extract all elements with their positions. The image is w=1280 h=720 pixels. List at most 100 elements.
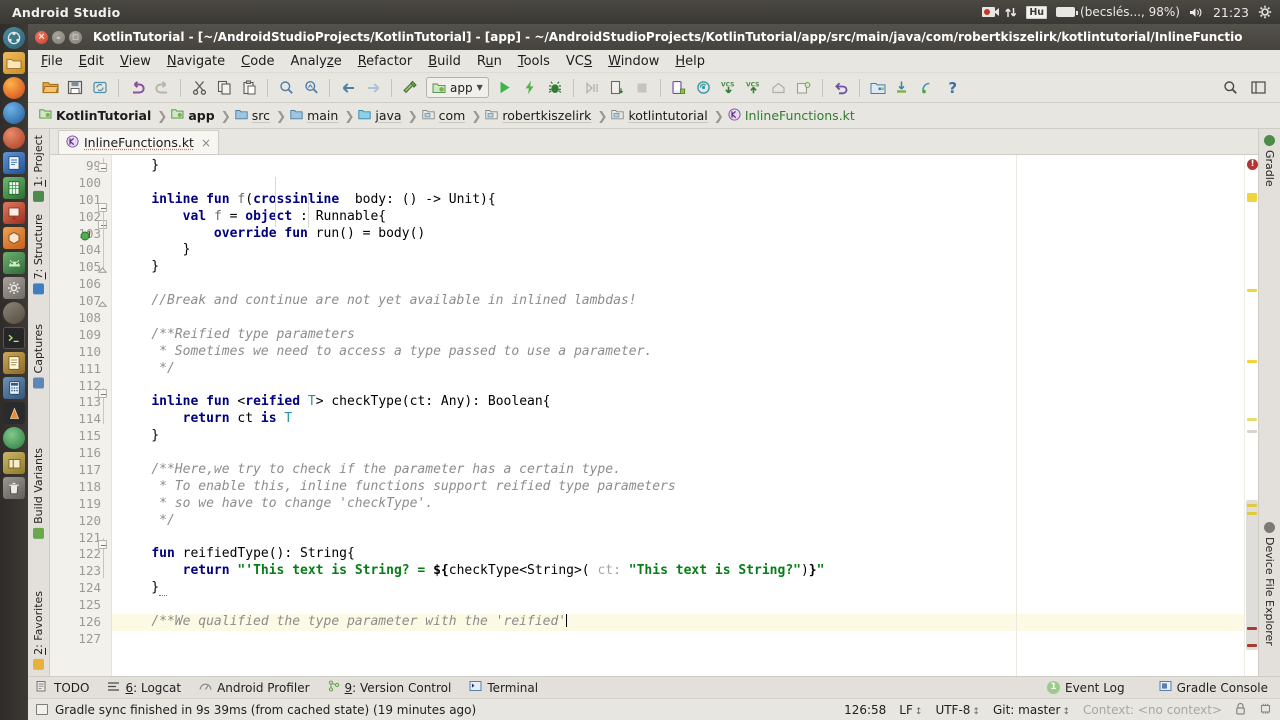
debug-icon[interactable] (543, 76, 567, 100)
chevron-down-icon[interactable]: ▼ (477, 83, 483, 92)
project-structure-icon[interactable] (866, 76, 890, 100)
breadcrumb-item-kotlintutorial[interactable]: kotlintutorial (608, 108, 712, 123)
save-all-icon[interactable] (63, 76, 87, 100)
fold-marker[interactable] (98, 203, 107, 212)
line-number[interactable]: 125 (50, 597, 111, 614)
breadcrumb-item-kotlintutorial[interactable]: KotlinTutorial (36, 108, 156, 123)
sidebar-item-favorites[interactable]: 2: Favorites (32, 585, 45, 676)
sidebar-item-build-variants[interactable]: Build Variants (32, 442, 45, 545)
launcher-item-calculator[interactable] (3, 377, 25, 399)
vcs-update-icon[interactable]: VCS (717, 76, 741, 100)
menu-item-run[interactable]: Run (477, 54, 502, 69)
lock-icon[interactable] (1235, 702, 1246, 718)
stripe-warning-mark[interactable] (1247, 504, 1257, 507)
code-line[interactable]: //Break and continue are not yet availab… (112, 293, 1244, 310)
launcher-item[interactable] (3, 27, 25, 49)
breadcrumb-item-java[interactable]: java (355, 108, 406, 123)
network-updown-icon[interactable] (1004, 6, 1017, 19)
battery-indicator[interactable]: (becslés..., 98%) (1056, 5, 1180, 19)
menu-item-vcs[interactable]: VCS (566, 54, 592, 69)
power-gear-icon[interactable] (1258, 5, 1272, 19)
cut-icon[interactable] (187, 76, 211, 100)
open-folder-icon[interactable] (38, 76, 62, 100)
code-line[interactable]: /**Reified type parameters (112, 327, 1244, 344)
code-line[interactable]: override fun run() = body() (112, 226, 1244, 243)
stripe-warning-mark[interactable] (1247, 430, 1257, 433)
menu-item-file[interactable]: File (41, 54, 63, 69)
code-line[interactable]: return ct is T (112, 411, 1244, 428)
run-configuration-selector[interactable]: app ▼ (426, 77, 489, 98)
bottom-tab-gradle-console[interactable]: Gradle Console (1159, 680, 1268, 695)
launcher-item-impress[interactable] (3, 202, 25, 224)
code-line[interactable]: /**Here,we try to check if the parameter… (112, 462, 1244, 479)
stripe-error-mark[interactable] (1247, 627, 1257, 630)
breadcrumb-item-src[interactable]: src (232, 108, 275, 123)
sidebar-item-structure[interactable]: 7: Structure (32, 208, 45, 300)
attach-debugger-icon[interactable] (605, 76, 629, 100)
sidebar-item-captures[interactable]: Captures (32, 318, 45, 394)
line-number[interactable]: 119 (50, 496, 111, 513)
keyboard-layout-indicator[interactable]: Hu (1026, 5, 1048, 19)
menu-item-code[interactable]: Code (241, 54, 274, 69)
fold-marker[interactable] (98, 163, 107, 172)
menu-item-build[interactable]: Build (428, 54, 461, 69)
bottom-tab-event-log[interactable]: 1 Event Log (1047, 681, 1125, 695)
override-method-icon[interactable] (80, 229, 91, 241)
launcher-item-vlc[interactable] (3, 402, 25, 424)
revert-icon[interactable] (829, 76, 853, 100)
code-line[interactable]: fun reifiedType(): String{ (112, 546, 1244, 563)
memory-indicator-icon[interactable] (1259, 702, 1272, 718)
code-line[interactable]: } (112, 158, 1244, 175)
menu-bar[interactable]: File Edit View Navigate Code Analyze Refactor B… (28, 50, 1280, 73)
run-coverage-icon[interactable] (580, 76, 604, 100)
sidebar-item-project[interactable]: 1: Project (32, 129, 45, 208)
code-line[interactable]: return "'This text is String? = ${checkT… (112, 563, 1244, 580)
breadcrumb-item-robertkiszelirk[interactable]: robertkiszelirk (482, 108, 596, 123)
main-toolbar[interactable]: app ▼ VCS VCS ? (28, 73, 1280, 103)
branch-selector[interactable]: Git: master (993, 703, 1070, 717)
code-line[interactable]: val f = object : Runnable{ (112, 209, 1244, 226)
line-number[interactable]: 115 (50, 428, 111, 445)
breadcrumb-item-com[interactable]: com (419, 108, 471, 123)
menu-item-analyze[interactable]: Analyze (290, 54, 341, 69)
apply-changes-icon[interactable] (518, 76, 542, 100)
stop-icon[interactable] (630, 76, 654, 100)
code-line[interactable] (112, 530, 1244, 547)
bottom-tab-android-profiler[interactable]: Android Profiler (199, 680, 310, 695)
code-line[interactable]: * Sometimes we need to access a type pas… (112, 344, 1244, 361)
sidebar-item-gradle[interactable]: Gradle (1263, 129, 1276, 193)
launcher-item-rhythmbox[interactable] (3, 127, 25, 149)
line-number[interactable]: 124 (50, 580, 111, 597)
ubuntu-launcher[interactable] (0, 24, 28, 720)
launcher-item-trash[interactable] (3, 477, 25, 499)
help-icon[interactable]: ? (941, 76, 965, 100)
code-editor[interactable]: 99 100 101 102 103 104 105 106 107 108 109 110 111 11… (50, 155, 1258, 676)
code-line[interactable] (112, 445, 1244, 462)
fold-marker[interactable] (98, 389, 107, 398)
device-screenshot-icon[interactable] (792, 76, 816, 100)
menu-item-navigate[interactable]: Navigate (167, 54, 225, 69)
breadcrumb[interactable]: KotlinTutorial ❯ app ❯ src ❯ main ❯ java ❯ com ❯ rob… (28, 103, 1280, 129)
code-line[interactable]: * so we have to change 'checkType'. (112, 496, 1244, 513)
launcher-item-archive[interactable] (3, 452, 25, 474)
launcher-item-writer[interactable] (3, 152, 25, 174)
bottom-tab-logcat[interactable]: 6: Logcat (107, 681, 181, 695)
navigate-back-icon[interactable] (336, 76, 360, 100)
code-line[interactable] (112, 175, 1244, 192)
launcher-item-settings[interactable] (3, 277, 25, 299)
line-number[interactable]: 111 (50, 361, 111, 378)
left-toolwindow-bar[interactable]: 1: Project 7: Structure Captures Build Vari… (28, 129, 50, 676)
stripe-error-mark[interactable] (1247, 644, 1257, 647)
editor-tab-inlinefunctions-kt[interactable]: InlineFunctions.kt × (58, 130, 220, 154)
launcher-item-chrome[interactable] (3, 427, 25, 449)
error-stripe[interactable]: ! (1244, 155, 1258, 676)
code-line[interactable]: } (112, 242, 1244, 259)
launcher-item-android-studio[interactable] (3, 252, 25, 274)
copy-icon[interactable] (212, 76, 236, 100)
menu-item-refactor[interactable]: Refactor (358, 54, 413, 69)
fold-marker[interactable] (98, 540, 107, 549)
code-line[interactable]: } (112, 259, 1244, 276)
breadcrumb-item-inlinefunctions-kt[interactable]: InlineFunctions.kt (725, 107, 860, 124)
vcs-commit-icon[interactable]: VCS (742, 76, 766, 100)
code-line[interactable]: /**We qualified the type parameter with … (112, 614, 1244, 631)
